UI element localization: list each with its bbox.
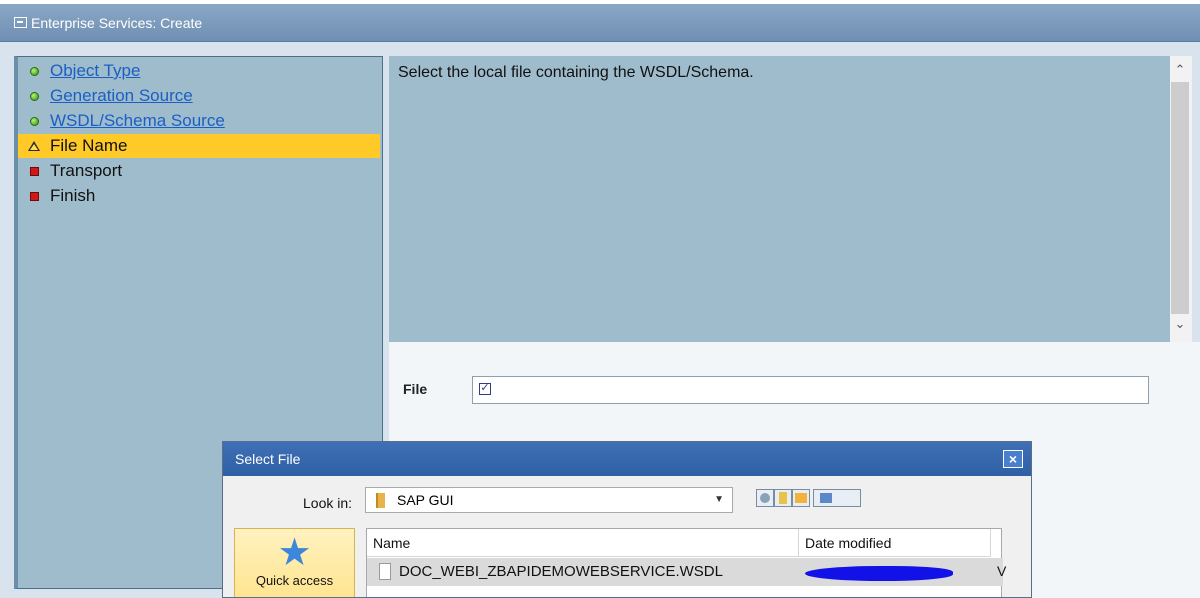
close-icon[interactable]: ×	[1003, 450, 1023, 468]
column-header-name[interactable]: Name	[367, 529, 799, 557]
complete-status-icon	[18, 116, 50, 126]
step-generation-source[interactable]: Generation Source	[18, 84, 383, 108]
back-icon[interactable]	[756, 489, 774, 507]
folder-icon	[376, 492, 385, 508]
file-label: File	[403, 381, 428, 397]
step-label: Finish	[50, 186, 96, 205]
description-text: Select the local file containing the WSD…	[398, 64, 754, 81]
scrollbar-thumb[interactable]	[1171, 82, 1189, 314]
step-label[interactable]: WSDL/Schema Source	[50, 111, 225, 131]
warning-triangle-icon	[18, 141, 50, 151]
pending-status-icon	[18, 191, 50, 201]
look-in-select[interactable]: SAP GUI ▼	[365, 487, 733, 513]
file-trailing-text: V	[997, 563, 1007, 579]
window-title: Enterprise Services: Create	[31, 14, 203, 31]
look-in-value: SAP GUI	[397, 492, 454, 508]
step-file-name: File Name	[18, 134, 380, 158]
window-menu-icon[interactable]	[14, 17, 27, 28]
step-label: File Name	[50, 136, 128, 155]
window-titlebar: Enterprise Services: Create	[0, 4, 1200, 42]
value-help-icon[interactable]: ✓	[479, 383, 491, 395]
view-menu-icon[interactable]	[813, 489, 861, 507]
scroll-up-icon[interactable]: ⌃	[1174, 63, 1186, 76]
step-label[interactable]: Generation Source	[50, 86, 193, 106]
step-label: Transport	[50, 161, 123, 180]
file-input[interactable]: ✓	[472, 376, 1149, 404]
scroll-down-icon[interactable]: ⌄	[1174, 317, 1186, 330]
step-label[interactable]: Object Type	[50, 61, 140, 81]
up-folder-icon[interactable]	[774, 489, 792, 507]
step-wsdl-schema-source[interactable]: WSDL/Schema Source	[18, 109, 383, 133]
table-row[interactable]: DOC_WEBI_ZBAPIDEMOWEBSERVICE.WSDL V	[367, 558, 1007, 586]
file-list: Name Date modified DOC_WEBI_ZBAPIDEMOWEB…	[366, 528, 1007, 597]
pending-status-icon	[18, 166, 50, 176]
dialog-titlebar: Select File	[223, 442, 1031, 476]
look-in-label: Look in:	[303, 495, 353, 511]
complete-status-icon	[18, 91, 50, 101]
column-header-date-modified[interactable]: Date modified	[799, 529, 991, 557]
complete-status-icon	[18, 66, 50, 76]
file-name: DOC_WEBI_ZBAPIDEMOWEBSERVICE.WSDL	[399, 563, 723, 580]
step-finish: Finish	[18, 184, 383, 208]
star-icon: ★	[277, 532, 312, 574]
step-object-type[interactable]: Object Type	[18, 59, 383, 83]
description-scrollbar[interactable]: ⌃ ⌄	[1170, 56, 1192, 342]
chevron-down-icon[interactable]: ▼	[714, 494, 724, 505]
step-transport: Transport	[18, 159, 383, 183]
quick-access-button[interactable]: ★ Quick access	[234, 528, 355, 597]
dialog-title: Select File	[235, 451, 301, 467]
select-file-dialog: Select File × Look in: SAP GUI ▼ ★ Quick…	[222, 441, 1032, 598]
quick-access-label: Quick access	[255, 573, 334, 588]
file-icon	[379, 563, 391, 580]
new-folder-icon[interactable]	[792, 489, 810, 507]
redacted-date	[805, 566, 953, 581]
description-panel: Select the local file containing the WSD…	[389, 56, 1170, 342]
